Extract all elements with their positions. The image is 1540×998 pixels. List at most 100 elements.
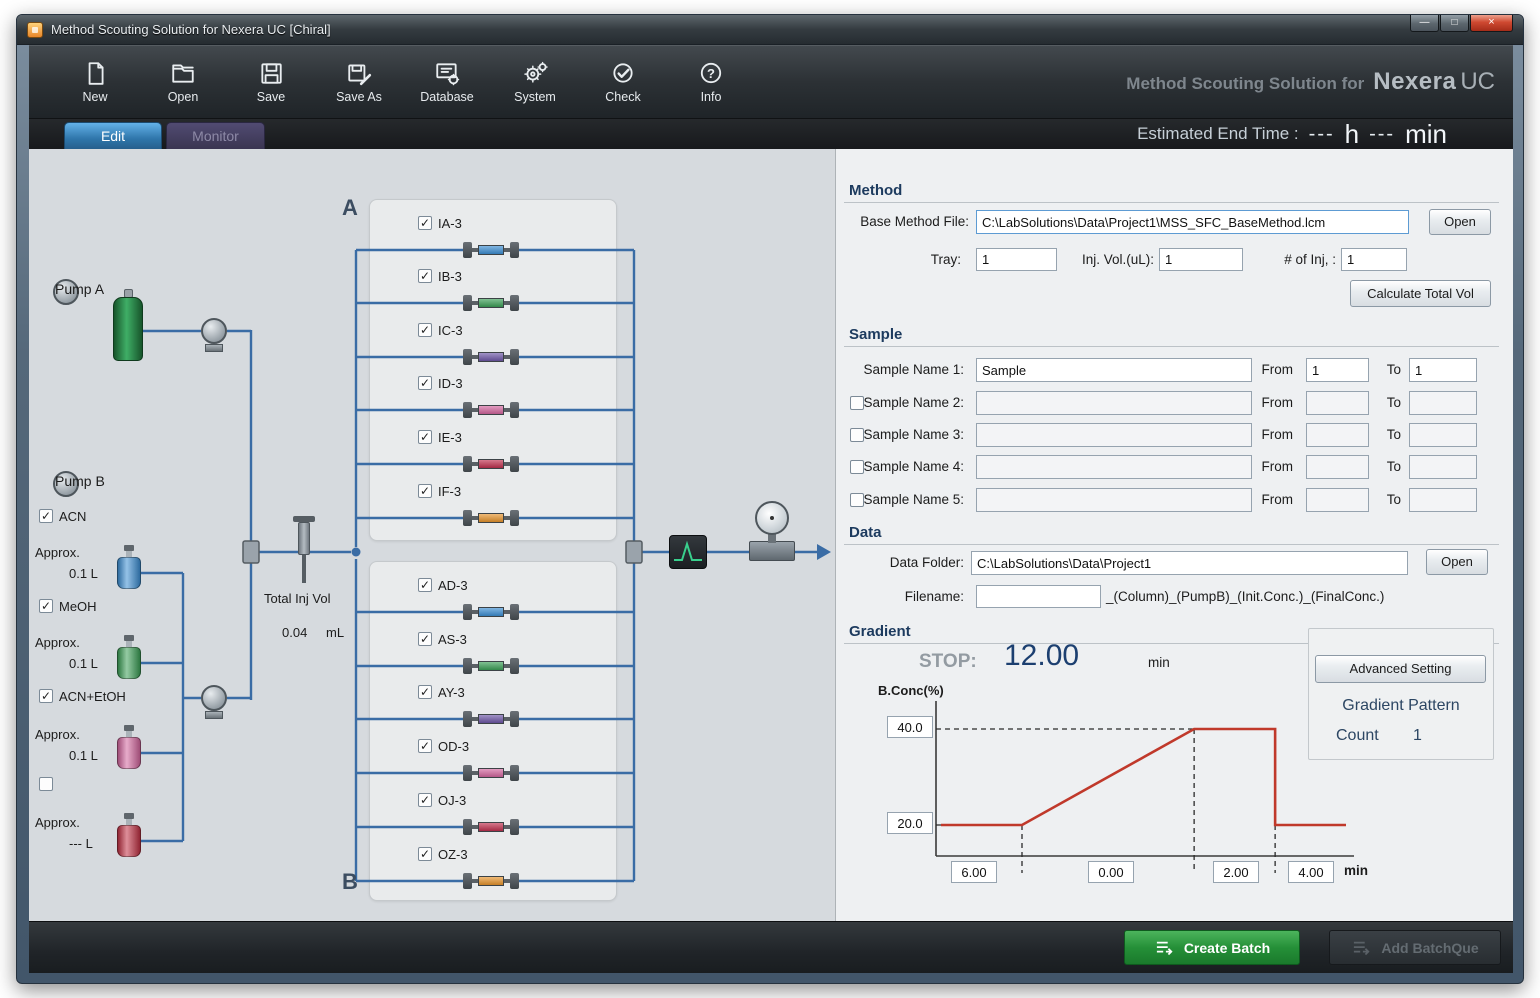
sample-from-input-4[interactable]	[1306, 455, 1369, 479]
column-endcap-right	[510, 604, 519, 620]
solvent-volume-label-3: 0.1 L	[69, 748, 98, 763]
sample-from-input-3[interactable]	[1306, 423, 1369, 447]
num-inj-input[interactable]	[1341, 248, 1407, 271]
sample-from-input-5[interactable]	[1306, 488, 1369, 512]
column-checkbox-IC-3[interactable]: ✓	[418, 323, 432, 337]
column-checkbox-IA-3[interactable]: ✓	[418, 216, 432, 230]
data-folder-open-button[interactable]: Open	[1426, 549, 1488, 575]
column-endcap-left	[463, 456, 472, 472]
sample-name-input-4[interactable]	[976, 455, 1252, 479]
tab-monitor[interactable]: Monitor	[166, 122, 265, 149]
column-checkbox-OZ-3[interactable]: ✓	[418, 847, 432, 861]
column-endcap-left	[463, 295, 472, 311]
create-batch-button[interactable]: Create Batch	[1124, 930, 1300, 965]
tray-input[interactable]	[976, 248, 1057, 271]
total-inj-vol-value: 0.04	[282, 625, 307, 640]
toolbar-new-label: New	[82, 90, 107, 104]
minimize-button[interactable]: —	[1410, 15, 1439, 32]
solvent-checkbox-4[interactable]	[39, 777, 53, 791]
toolbar-new-button[interactable]: New	[51, 51, 139, 113]
toolbar-save-button[interactable]: Save	[227, 51, 315, 113]
sample-name-input-2[interactable]	[976, 391, 1252, 415]
column-endcap-right	[510, 242, 519, 258]
column-checkbox-IE-3[interactable]: ✓	[418, 430, 432, 444]
create-batch-label: Create Batch	[1184, 940, 1270, 956]
sample-name-input-1[interactable]	[976, 358, 1252, 382]
stop-label: STOP:	[919, 651, 977, 673]
pressure-gauge-needle	[770, 516, 774, 520]
base-method-file-input[interactable]	[976, 210, 1409, 234]
gradient-x4-input[interactable]	[1288, 861, 1334, 883]
group-a-label: A	[342, 195, 358, 221]
column-checkbox-OJ-3[interactable]: ✓	[418, 793, 432, 807]
column-checkbox-ID-3[interactable]: ✓	[418, 376, 432, 390]
solvent-checkbox-1[interactable]: ✓	[39, 509, 53, 523]
sample-from-input-1[interactable]	[1306, 358, 1369, 382]
tab-bar: Edit Monitor Estimated End Time : --- h …	[29, 119, 1513, 149]
inj-vol-input[interactable]	[1159, 248, 1243, 271]
column-checkbox-AS-3[interactable]: ✓	[418, 632, 432, 646]
column-checkbox-IB-3[interactable]: ✓	[418, 269, 432, 283]
column-checkbox-IF-3[interactable]: ✓	[418, 484, 432, 498]
toolbar-system-button[interactable]: System	[491, 51, 579, 113]
save-as-icon	[346, 60, 372, 86]
sample-to-label-5: To	[1363, 492, 1401, 507]
end-time-label: Estimated End Time :	[1137, 124, 1299, 144]
gradient-x1-input[interactable]	[951, 861, 997, 883]
column-checkbox-OD-3[interactable]: ✓	[418, 739, 432, 753]
window-body: New Open Save Save As Database System	[29, 45, 1513, 973]
gradient-x2-input[interactable]	[1088, 861, 1134, 883]
column-label-ID-3: ID-3	[438, 376, 463, 391]
column-checkbox-AY-3[interactable]: ✓	[418, 685, 432, 699]
sample-from-label-5: From	[1235, 492, 1293, 507]
column-checkbox-AD-3[interactable]: ✓	[418, 578, 432, 592]
sample-to-input-3[interactable]	[1409, 423, 1477, 447]
solvent-checkbox-3[interactable]: ✓	[39, 689, 53, 703]
sample-to-input-1[interactable]	[1409, 358, 1477, 382]
system-gears-icon	[522, 60, 548, 86]
column-label-AS-3: AS-3	[438, 632, 467, 647]
toolbar-info-button[interactable]: ? Info	[667, 51, 755, 113]
filename-input[interactable]	[976, 585, 1101, 608]
column-icon-IB-3	[463, 295, 519, 311]
column-icon-AD-3	[463, 604, 519, 620]
sample-to-input-2[interactable]	[1409, 391, 1477, 415]
column-icon-ID-3	[463, 402, 519, 418]
sample-to-input-4[interactable]	[1409, 455, 1477, 479]
new-file-icon	[82, 60, 108, 86]
data-section-title: Data	[849, 524, 882, 541]
advanced-setting-button[interactable]: Advanced Setting	[1315, 655, 1486, 683]
column-endcap-left	[463, 402, 472, 418]
close-button[interactable]: ×	[1470, 15, 1513, 32]
data-folder-input[interactable]	[971, 551, 1408, 575]
bottle-body	[117, 557, 141, 589]
add-batchque-button[interactable]: Add BatchQue	[1329, 930, 1501, 965]
sample-name-input-5[interactable]	[976, 488, 1252, 512]
column-label-OZ-3: OZ-3	[438, 847, 468, 862]
maximize-button[interactable]: □	[1440, 15, 1469, 32]
solvent-checkbox-2[interactable]: ✓	[39, 599, 53, 613]
toolbar-database-button[interactable]: Database	[403, 51, 491, 113]
tray-label: Tray:	[881, 252, 961, 267]
toolbar-info-label: Info	[701, 90, 722, 104]
tab-edit[interactable]: Edit	[64, 122, 162, 149]
column-label-AY-3: AY-3	[438, 685, 465, 700]
base-method-open-button[interactable]: Open	[1429, 209, 1491, 235]
sample-section-rule	[844, 346, 1499, 347]
column-endcap-left	[463, 711, 472, 727]
sample-name-input-3[interactable]	[976, 423, 1252, 447]
gas-cylinder-icon	[113, 297, 143, 361]
sample-from-input-2[interactable]	[1306, 391, 1369, 415]
calculate-total-vol-button[interactable]: Calculate Total Vol	[1350, 280, 1491, 307]
brand-suffix: UC	[1460, 68, 1495, 96]
chromatogram-peak	[670, 536, 706, 568]
filename-pattern-label: _(Column)_(PumpB)_(Init.Conc.)_(FinalCon…	[1106, 589, 1446, 604]
toolbar-open-button[interactable]: Open	[139, 51, 227, 113]
toolbar-check-button[interactable]: Check	[579, 51, 667, 113]
gradient-x3-input[interactable]	[1213, 861, 1259, 883]
brand-prefix: Method Scouting Solution for	[1126, 74, 1364, 94]
sample-to-input-5[interactable]	[1409, 488, 1477, 512]
column-label-OJ-3: OJ-3	[438, 793, 466, 808]
toolbar-save-as-button[interactable]: Save As	[315, 51, 403, 113]
pump-a-label: Pump A	[53, 279, 79, 305]
